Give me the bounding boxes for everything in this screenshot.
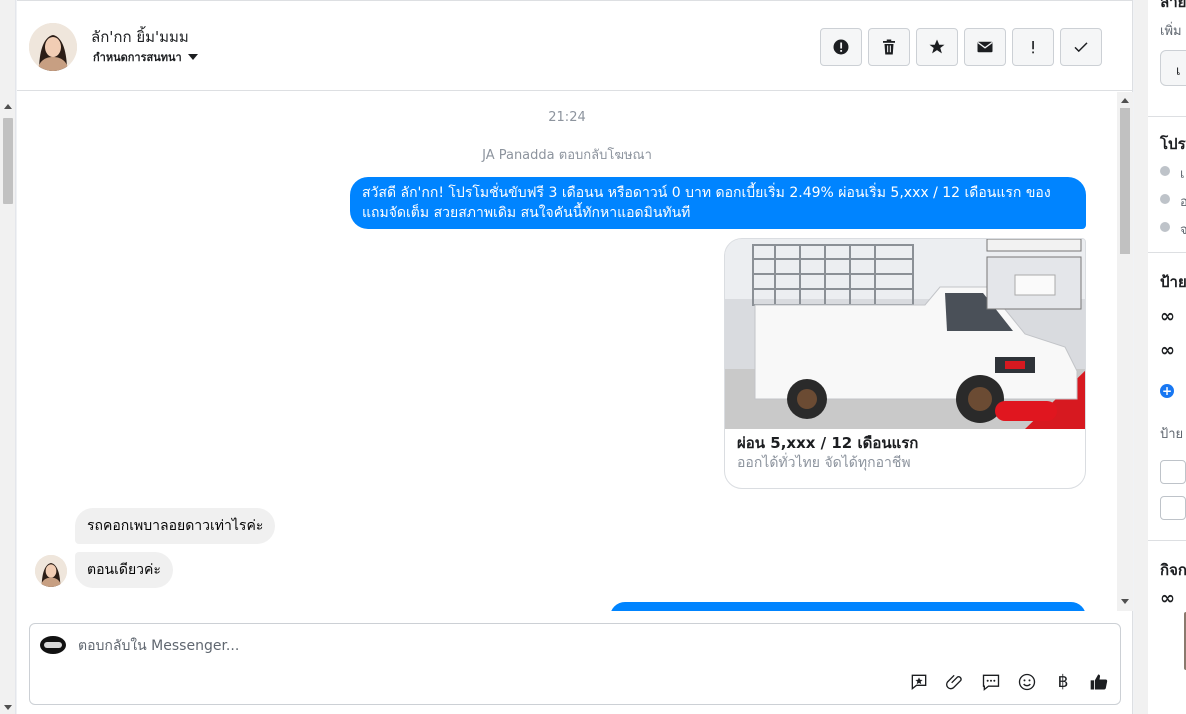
- chat-bubble-icon: [982, 674, 1000, 691]
- conversation-actions: [820, 28, 1102, 66]
- quick-reply-button[interactable]: [980, 671, 1002, 693]
- meta-logo-icon: ∞: [1160, 306, 1175, 327]
- message-timestamp: 21:24: [548, 110, 586, 125]
- spam-button[interactable]: [820, 28, 862, 66]
- car-photo: [725, 239, 1085, 429]
- scroll-up-arrow-icon[interactable]: [1121, 98, 1129, 103]
- mark-unread-button[interactable]: [964, 28, 1006, 66]
- thumbs-up-icon: [1090, 674, 1108, 690]
- attachment-icon: [946, 674, 962, 690]
- incoming-message[interactable]: ตอนเดียวค่ะ: [75, 552, 173, 588]
- clock-icon: [1160, 166, 1170, 176]
- page-avatar: [40, 636, 66, 654]
- baht-icon: ฿: [1057, 672, 1069, 692]
- composer-tools: ฿: [908, 671, 1110, 693]
- labels-section-title: ป้าย: [1160, 273, 1186, 291]
- add-label-icon[interactable]: +: [1160, 384, 1174, 398]
- location-pin-icon: [1160, 222, 1170, 232]
- sidebar-action-button[interactable]: [1160, 50, 1186, 86]
- assign-conversation-dropdown[interactable]: กำหนดการสนทนา: [93, 48, 198, 66]
- reply-composer: ฿: [29, 623, 1121, 705]
- caret-down-icon: [187, 54, 198, 60]
- label-checkbox[interactable]: [1160, 496, 1186, 520]
- outgoing-message[interactable]: สวัสดี ลัก'กก! โปรโมชั่นขับฟรี 3 เดือนน …: [350, 177, 1086, 229]
- contact-avatar[interactable]: [29, 23, 77, 71]
- divider: [1148, 540, 1186, 541]
- conversation-panel: ลัก'กก ยิ้ม'มมม กำหนดการสนทนา 21:24 JA P…: [17, 0, 1133, 714]
- outgoing-message-partial[interactable]: [610, 602, 1086, 611]
- ad-card[interactable]: ผ่อน 5,xxx / 12 เดือนแรก ออกได้ทั่วไทย จ…: [724, 238, 1086, 489]
- activity-section-title: กิจก: [1160, 561, 1186, 579]
- inbox-screen: ลัก'กก ยิ้ม'มมม กำหนดการสนทนา 21:24 JA P…: [0, 0, 1186, 714]
- assign-label: กำหนดการสนทนา: [93, 51, 182, 64]
- label-checkbox[interactable]: [1160, 460, 1186, 484]
- labels-subtitle: ป้าย: [1160, 427, 1184, 442]
- payment-button[interactable]: ฿: [1052, 671, 1074, 693]
- emoji-button[interactable]: [1016, 671, 1038, 693]
- message-scrollbar[interactable]: [1117, 92, 1133, 611]
- sidebar-button-label: เ: [1176, 64, 1181, 79]
- alert-circle-icon: [833, 39, 849, 55]
- contact-name[interactable]: ลัก'กก ยิ้ม'มมม: [91, 25, 189, 49]
- check-icon: [1074, 42, 1088, 53]
- saved-reply-icon: [911, 674, 927, 691]
- profile-detail: เ: [1180, 167, 1185, 182]
- done-button[interactable]: [1060, 28, 1102, 66]
- scroll-down-arrow-icon[interactable]: [4, 705, 12, 710]
- saved-reply-button[interactable]: [908, 671, 930, 693]
- section-header-cut: ลาย: [1160, 0, 1186, 11]
- divider: [1148, 252, 1186, 253]
- contact-avatar-small: [35, 555, 67, 587]
- outer-scrollbar[interactable]: [0, 0, 16, 714]
- location-pin-icon: [1160, 194, 1170, 204]
- profile-detail: จ: [1180, 223, 1186, 238]
- details-panel: ลาย เพิ่ม เ โปร เ อ จ ป้าย ∞ ∞ + ป้าย กิ…: [1148, 0, 1186, 714]
- envelope-icon: [977, 41, 993, 53]
- follow-up-button[interactable]: [1012, 28, 1054, 66]
- star-button[interactable]: [916, 28, 958, 66]
- details-sidebar: ลาย เพิ่ม เ โปร เ อ จ ป้าย ∞ ∞ + ป้าย กิ…: [1134, 0, 1186, 714]
- incoming-message[interactable]: รถคอกเพบาลอยดาวเท่าไรค่ะ: [75, 508, 276, 544]
- reply-input[interactable]: [78, 636, 978, 656]
- ad-card-subtitle: ออกได้ทั่วไทย จัดได้ทุกอาชีพ: [737, 455, 911, 471]
- ad-reply-note: JA Panadda ตอบกลับโฆษณา: [482, 148, 652, 163]
- profile-detail: อ: [1180, 195, 1186, 210]
- divider: [1148, 116, 1186, 117]
- message-list[interactable]: 21:24 JA Panadda ตอบกลับโฆษณา สวัสดี ลัก…: [17, 92, 1117, 611]
- emoji-icon: [1018, 673, 1036, 691]
- exclamation-icon: [1032, 41, 1034, 54]
- scroll-up-arrow-icon[interactable]: [4, 104, 12, 109]
- conversation-header: ลัก'กก ยิ้ม'มมม กำหนดการสนทนา: [17, 0, 1133, 91]
- delete-button[interactable]: [868, 28, 910, 66]
- add-label-cut: เพิ่ม: [1160, 24, 1182, 39]
- profile-section-title: โปร: [1160, 135, 1186, 153]
- attach-button[interactable]: [944, 671, 966, 693]
- meta-logo-icon: ∞: [1160, 340, 1175, 361]
- meta-logo-icon: ∞: [1160, 588, 1175, 609]
- scroll-thumb[interactable]: [3, 118, 13, 204]
- sidebar-scroll-track[interactable]: [1134, 0, 1148, 714]
- scroll-thumb[interactable]: [1120, 108, 1130, 254]
- trash-icon: [883, 39, 895, 55]
- scroll-down-arrow-icon[interactable]: [1121, 599, 1129, 604]
- like-button[interactable]: [1088, 671, 1110, 693]
- star-icon: [929, 39, 945, 54]
